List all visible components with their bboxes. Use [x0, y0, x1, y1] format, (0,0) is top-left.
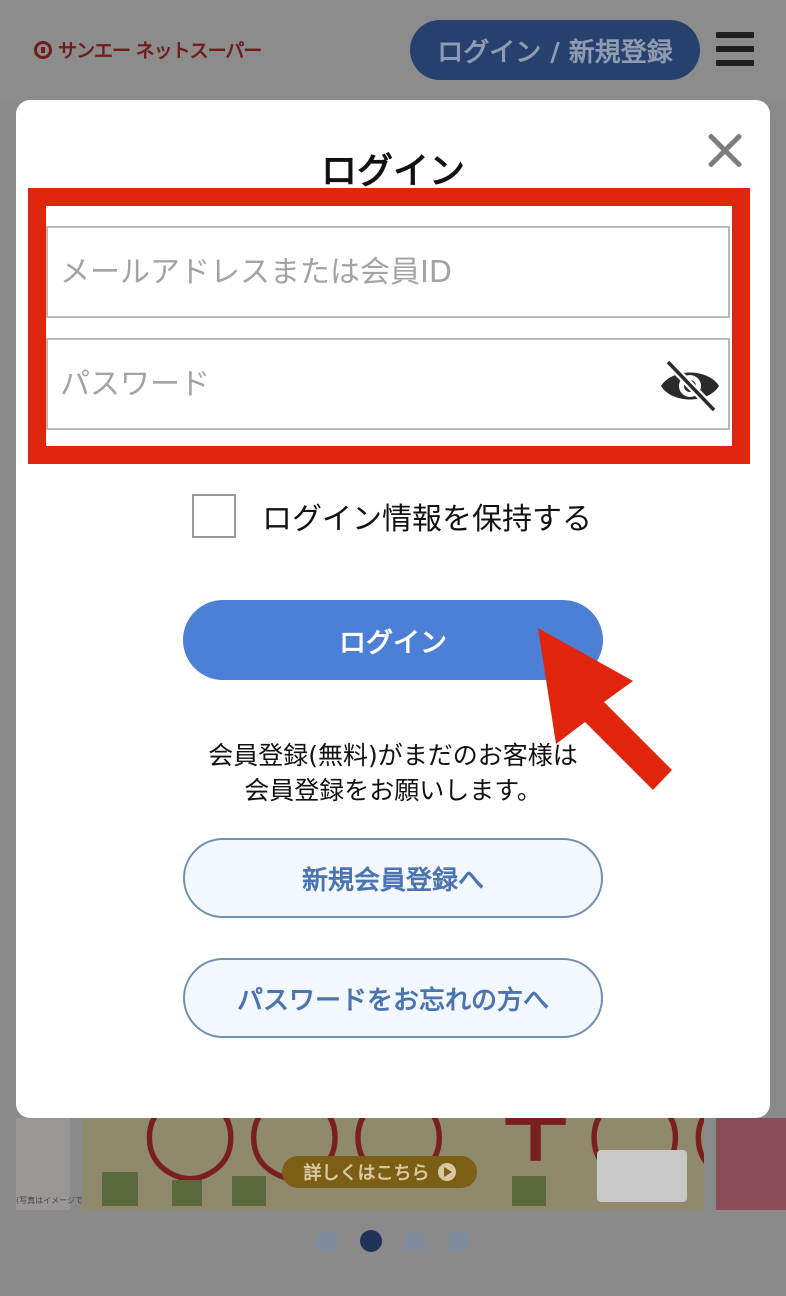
truck-graphic — [597, 1150, 687, 1202]
header-login-register-button[interactable]: ログイン / 新規登録 — [410, 20, 700, 80]
play-icon — [437, 1163, 456, 1181]
banner-cta-label: 詳しくはこちら — [303, 1163, 430, 1184]
site-header: サンエー ネットスーパー ログイン / 新規登録 — [0, 0, 786, 100]
notice-line-2: 会員登録をお願いします。 — [244, 776, 542, 805]
register-button[interactable]: 新規会員登録へ — [183, 838, 603, 918]
carousel-dot[interactable] — [404, 1230, 426, 1252]
house-graphic — [172, 1180, 202, 1206]
notice-line-1: 会員登録(無料)がまだのお客様は — [208, 741, 578, 770]
house-graphic — [232, 1176, 266, 1206]
banner-current[interactable]: ◯◯◯ 〒◯◯◯ 詳しくはこちら — [82, 1118, 704, 1210]
remember-login-option[interactable]: ログイン情報を保持する — [192, 494, 592, 538]
carousel-dot-active[interactable] — [360, 1230, 382, 1252]
modal-title: ログイン — [320, 151, 465, 192]
annotation-highlight-box — [28, 188, 750, 464]
banner-next[interactable] — [716, 1118, 786, 1210]
carousel-dot[interactable] — [448, 1230, 470, 1252]
banner-cta-button[interactable]: 詳しくはこちら — [282, 1156, 477, 1188]
close-icon[interactable] — [700, 126, 750, 176]
carousel-dot[interactable] — [316, 1230, 338, 1252]
menu-icon[interactable] — [716, 32, 754, 66]
house-graphic — [512, 1176, 546, 1206]
banner-prev[interactable]: (写真はイメージです) — [16, 1118, 94, 1210]
logo-text: サンエー ネットスーパー — [58, 40, 262, 62]
remember-label: ログイン情報を保持する — [262, 502, 592, 537]
logo-icon — [34, 40, 52, 59]
house-graphic — [102, 1172, 138, 1206]
registration-notice: 会員登録(無料)がまだのお客様は 会員登録をお願いします。 — [0, 738, 786, 808]
site-logo[interactable]: サンエー ネットスーパー — [34, 36, 262, 63]
forgot-password-button[interactable]: パスワードをお忘れの方へ — [183, 958, 603, 1038]
remember-checkbox[interactable] — [192, 494, 236, 538]
carousel-indicator — [316, 1230, 470, 1252]
